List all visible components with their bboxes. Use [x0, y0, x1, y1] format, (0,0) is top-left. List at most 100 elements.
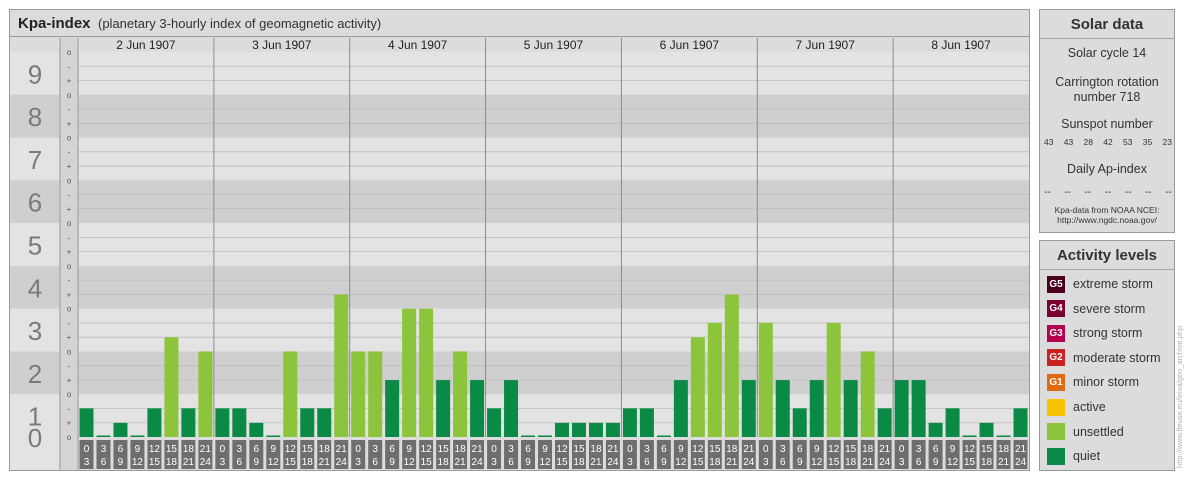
y-subtick-label: + — [67, 333, 72, 342]
hour-end-label: 15 — [828, 457, 840, 468]
band-5 — [78, 180, 1029, 224]
ap-value: -- — [1084, 187, 1092, 198]
hour-end-label: 24 — [472, 457, 484, 468]
hour-end-label: 3 — [220, 457, 226, 468]
kp-bar — [928, 422, 943, 437]
band-3 — [78, 265, 1029, 309]
hour-start-label: 21 — [743, 444, 755, 455]
hour-start-label: 21 — [472, 444, 484, 455]
ap-value: -- — [1064, 187, 1071, 198]
hour-start-label: 21 — [336, 444, 348, 455]
y-subtick-label: + — [67, 205, 72, 214]
hour-start-label: 9 — [678, 444, 684, 455]
hour-end-label: 6 — [644, 457, 650, 468]
y-tick-label: 8 — [28, 102, 42, 132]
level-minor-storm: G1 minor storm — [1047, 372, 1139, 392]
kp-bar — [979, 422, 994, 437]
y-subtick-label: o — [67, 176, 72, 185]
y-subtick-label: o — [67, 433, 72, 442]
day-label: 8 Jun 1907 — [931, 38, 991, 52]
carrington-line2: number 718 — [1073, 90, 1141, 104]
y-subtick-label: - — [68, 191, 71, 200]
level-strong-storm: G3 strong storm — [1047, 323, 1142, 343]
hour-end-label: 6 — [101, 457, 107, 468]
y-tick-label: 5 — [28, 231, 42, 261]
hour-start-label: 18 — [726, 444, 738, 455]
hour-start-label: 9 — [950, 444, 956, 455]
kp-bar — [385, 380, 400, 437]
hour-start-label: 21 — [879, 444, 891, 455]
level-swatch: G4 — [1047, 300, 1065, 318]
kp-bar — [877, 408, 892, 437]
kp-bar — [504, 380, 519, 437]
hour-end-label: 15 — [556, 457, 568, 468]
hour-start-label: 18 — [183, 444, 195, 455]
hour-end-label: 21 — [319, 457, 331, 468]
ap-title: Daily Ap-index — [1067, 162, 1147, 176]
hour-end-label: 12 — [268, 457, 280, 468]
hour-start-label: 15 — [709, 444, 721, 455]
y-subtick-label: + — [67, 248, 72, 257]
y-subtick-label: + — [67, 162, 72, 171]
kp-bar — [605, 422, 620, 437]
kp-bar — [470, 380, 485, 437]
y-subtick-label: o — [67, 347, 72, 356]
y-subtick-label: o — [67, 91, 72, 100]
hour-end-label: 21 — [455, 457, 467, 468]
chart-subtitle: (planetary 3-hourly index of geomagnetic… — [98, 16, 382, 31]
level-severe-storm: G4 severe storm — [1047, 299, 1145, 319]
y-tick-label: 4 — [28, 273, 42, 303]
hour-start-label: 6 — [661, 444, 667, 455]
hour-start-label: 3 — [372, 444, 378, 455]
kp-bar — [690, 337, 705, 437]
chart-title-bar: Kpa-index (planetary 3-hourly index of g… — [10, 10, 1029, 37]
kp-bar — [555, 422, 569, 437]
hour-end-label: 15 — [692, 457, 704, 468]
hour-start-label: 12 — [964, 444, 976, 455]
hour-start-label: 15 — [166, 444, 178, 455]
kp-bar — [487, 408, 502, 437]
level-quiet: quiet — [1047, 446, 1100, 466]
hour-end-label: 6 — [237, 457, 243, 468]
kp-bar — [860, 351, 875, 437]
hour-end-label: 15 — [421, 457, 433, 468]
level-swatch — [1047, 423, 1065, 441]
hour-start-label: 0 — [899, 444, 905, 455]
kp-bar — [588, 422, 603, 437]
hour-end-label: 24 — [879, 457, 891, 468]
hour-end-label: 24 — [607, 457, 619, 468]
kp-bar — [843, 380, 858, 437]
y-tick-label: 2 — [28, 359, 42, 389]
ap-value: -- — [1124, 187, 1132, 198]
kp-bar — [656, 435, 671, 437]
kp-bar — [775, 380, 790, 437]
hour-end-label: 18 — [845, 457, 857, 468]
hour-start-label: 12 — [421, 444, 433, 455]
kp-bar — [402, 308, 417, 437]
hour-end-label: 6 — [508, 457, 514, 468]
kp-bar — [945, 408, 960, 437]
hour-start-label: 21 — [607, 444, 619, 455]
ap-value: -- — [1145, 187, 1152, 198]
credit-text: http://www.fleuse.eu/leiva/geo_archive.p… — [1176, 326, 1184, 468]
hour-end-label: 6 — [780, 457, 786, 468]
y-subtick-label: - — [68, 404, 71, 413]
hour-end-label: 3 — [84, 457, 90, 468]
y-subtick-label: o — [67, 305, 72, 314]
level-label: unsettled — [1073, 424, 1124, 439]
kp-bar — [198, 351, 213, 437]
hour-start-label: 9 — [135, 444, 141, 455]
hour-start-label: 0 — [355, 444, 361, 455]
kp-bar — [724, 294, 739, 437]
hour-start-label: 3 — [780, 444, 786, 455]
ap-value: -- — [1104, 187, 1112, 198]
hour-start-label: 3 — [644, 444, 650, 455]
kp-bar — [147, 408, 162, 437]
source-line1: Kpa-data from NOAA NCEI: — [1054, 205, 1160, 215]
level-unsettled: unsettled — [1047, 422, 1124, 442]
level-label: severe storm — [1073, 301, 1146, 316]
y-subtick-label: - — [68, 319, 71, 328]
hour-start-label: 3 — [237, 444, 243, 455]
hour-end-label: 15 — [964, 457, 976, 468]
hour-end-label: 9 — [118, 457, 124, 468]
